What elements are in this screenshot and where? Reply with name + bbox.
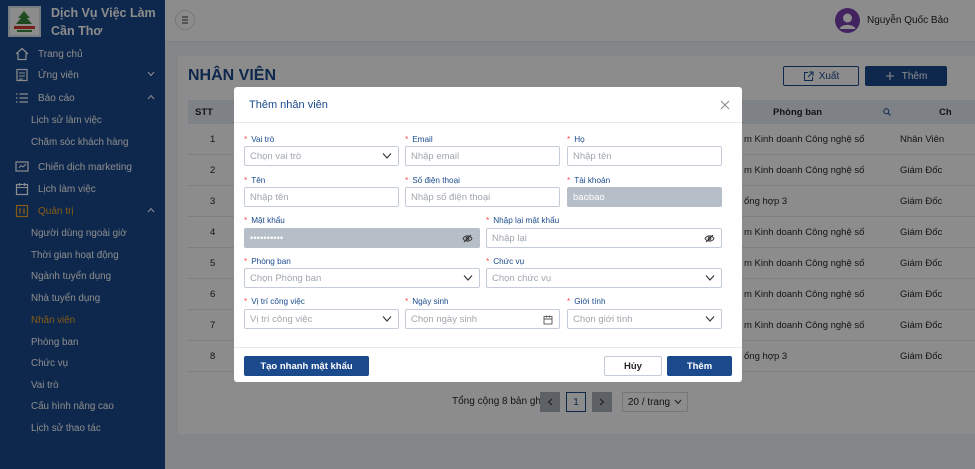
chevron-down-icon xyxy=(705,316,715,322)
email-field[interactable]: Nhập email xyxy=(405,146,560,166)
chevron-down-icon xyxy=(382,153,392,159)
phone-label: * Số điện thoại xyxy=(405,176,460,185)
first-name-placeholder: Nhập tên xyxy=(250,191,289,203)
first-name-field[interactable]: Nhập tên xyxy=(244,187,399,207)
role-label: * Vai trò xyxy=(244,135,275,144)
modal-divider xyxy=(234,122,742,123)
position-label: * Chức vụ xyxy=(486,257,525,266)
position-select[interactable]: Chọn chức vụ xyxy=(486,268,722,288)
last-name-label: * Họ xyxy=(567,135,585,144)
birthday-label: * Ngày sinh xyxy=(405,297,449,306)
calendar-icon xyxy=(543,315,553,325)
account-field[interactable]: baobao xyxy=(567,187,722,207)
close-icon[interactable] xyxy=(720,100,730,110)
phone-field[interactable]: Nhập số điện thoại xyxy=(405,187,560,207)
add-employee-modal: Thêm nhân viên * Vai trò Chọn vai trò * Em… xyxy=(234,87,742,382)
submit-button[interactable]: Thêm xyxy=(667,356,732,376)
generate-password-button[interactable]: Tạo nhanh mật khẩu xyxy=(244,356,369,376)
chevron-down-icon xyxy=(705,275,715,281)
role-select[interactable]: Chọn vai trò xyxy=(244,146,399,166)
account-value: baobao xyxy=(573,191,605,203)
modal-title: Thêm nhân viên xyxy=(249,99,328,111)
confirm-password-placeholder: Nhập lại xyxy=(492,232,527,244)
eye-invisible-icon[interactable] xyxy=(704,234,715,243)
job-position-label: * Vị trí công việc xyxy=(244,297,305,306)
department-label: * Phòng ban xyxy=(244,257,291,266)
modal-footer-divider xyxy=(234,347,742,348)
last-name-field[interactable]: Nhập tên xyxy=(567,146,722,166)
department-placeholder: Chọn Phòng ban xyxy=(250,272,322,284)
job-position-select[interactable]: Vị trí công việc xyxy=(244,309,399,329)
password-value: •••••••••• xyxy=(250,232,284,244)
email-placeholder: Nhập email xyxy=(411,150,460,162)
eye-invisible-icon[interactable] xyxy=(462,234,473,243)
role-placeholder: Chọn vai trò xyxy=(250,150,302,162)
first-name-label: * Tên xyxy=(244,176,266,185)
position-placeholder: Chọn chức vụ xyxy=(492,272,552,284)
password-label: * Mật khẩu xyxy=(244,216,285,225)
chevron-down-icon xyxy=(382,316,392,322)
job-position-placeholder: Vị trí công việc xyxy=(250,313,313,325)
cancel-button[interactable]: Hủy xyxy=(604,356,662,376)
gender-placeholder: Chọn giới tính xyxy=(573,313,633,325)
email-label: * Email xyxy=(405,135,433,144)
chevron-down-icon xyxy=(463,275,473,281)
phone-placeholder: Nhập số điện thoại xyxy=(411,191,491,203)
last-name-placeholder: Nhập tên xyxy=(573,150,612,162)
birthday-placeholder: Chọn ngày sinh xyxy=(411,313,478,325)
password-field[interactable]: •••••••••• xyxy=(244,228,480,248)
confirm-password-field[interactable]: Nhập lại xyxy=(486,228,722,248)
department-select[interactable]: Chọn Phòng ban xyxy=(244,268,480,288)
gender-select[interactable]: Chọn giới tính xyxy=(567,309,722,329)
confirm-password-label: * Nhập lại mật khẩu xyxy=(486,216,560,225)
gender-label: * Giới tính xyxy=(567,297,606,306)
birthday-picker[interactable]: Chọn ngày sinh xyxy=(405,309,560,329)
account-label: * Tài khoản xyxy=(567,176,611,185)
